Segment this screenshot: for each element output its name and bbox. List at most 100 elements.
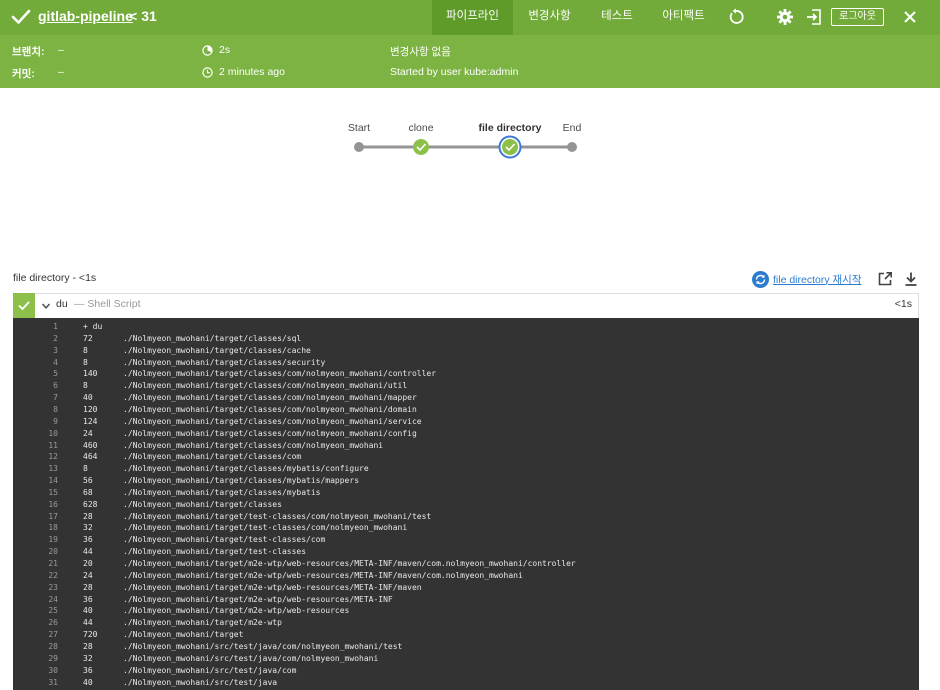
log-line-number: 30 [48, 665, 58, 675]
log-size: 32 [83, 523, 93, 533]
top-bar: gitlab-pipeline <31 파이프라인 변경사항 테스트 아티팩트 … [0, 0, 940, 35]
exit-icon[interactable] [805, 8, 823, 26]
log-path: ./Nolmyeon_mwohani/target/classes/com/no… [123, 404, 417, 414]
log-line-number: 26 [48, 618, 58, 628]
tab-bar: 파이프라인 변경사항 테스트 아티팩트 [432, 0, 719, 35]
restart-icon [752, 270, 769, 288]
stage-title: file directory - <1s [13, 272, 97, 284]
log-line-number: 11 [48, 440, 58, 450]
started-ago: 2 minutes ago [219, 66, 285, 78]
log-path: ./Nolmyeon_mwohani/target/test-classes/c… [123, 523, 408, 533]
tab-tests[interactable]: 테스트 [586, 0, 648, 35]
restart-stage-label: file directory 재시작 [773, 273, 862, 286]
log-path: ./Nolmyeon_mwohani/src/test/java [123, 677, 278, 687]
pipeline-track [354, 135, 577, 159]
log-path: ./Nolmyeon_mwohani/target/classes/mybati… [123, 476, 360, 486]
step-name: du [56, 298, 68, 310]
step-description: — Shell Script [74, 298, 141, 310]
check-icon [18, 301, 30, 311]
log-size: 8 [83, 345, 88, 355]
log-line-number: 13 [48, 464, 58, 474]
tab-changes[interactable]: 변경사항 [513, 0, 586, 35]
step-row[interactable]: du — Shell Script <1s [13, 293, 919, 318]
pipeline-graph: Start clone file directory End [330, 118, 610, 168]
stage-node-file-directory[interactable] [498, 135, 522, 159]
log-size: 68 [83, 487, 93, 497]
gear-icon[interactable] [776, 8, 794, 26]
log-line-number: 28 [48, 641, 58, 651]
close-icon[interactable] [901, 8, 919, 26]
log-path: ./Nolmyeon_mwohani/target [123, 630, 244, 640]
log-size: 56 [83, 476, 93, 486]
log-size: 36 [83, 535, 93, 545]
log-path: ./Nolmyeon_mwohani/target/test-classes/c… [123, 511, 432, 521]
log-line-number: 12 [48, 452, 58, 462]
step-status [13, 293, 35, 318]
check-icon [11, 9, 31, 24]
log-size: 8 [83, 464, 88, 474]
branch-value: – [58, 44, 64, 56]
log-path: ./Nolmyeon_mwohani/target/classes/com/no… [123, 440, 384, 450]
log-path: ./Nolmyeon_mwohani/target/m2e-wtp/web-re… [123, 559, 576, 568]
log-size: 8 [83, 357, 88, 367]
download-icon[interactable] [903, 271, 919, 287]
stage-node-clone[interactable] [413, 139, 429, 155]
log-size: 120 [83, 404, 98, 414]
log-path: ./Nolmyeon_mwohani/target/m2e-wtp [123, 618, 282, 628]
stopwatch-icon [202, 45, 213, 56]
stage-node-start [354, 142, 364, 152]
log-line-number: 1 [53, 322, 58, 331]
log-line-number: 31 [48, 677, 58, 687]
log-path: ./Nolmyeon_mwohani/target/classes/securi… [123, 357, 326, 367]
log-line-number: 7 [53, 393, 58, 403]
chevron-left-icon: < [129, 8, 138, 24]
stage-label-start: Start [347, 122, 371, 134]
log-line-number: 19 [48, 535, 58, 545]
log-path: ./Nolmyeon_mwohani/target/m2e-wtp/web-re… [123, 606, 350, 616]
log-line-number: 3 [53, 345, 58, 355]
log-size: 20 [83, 559, 93, 568]
log-line-number: 27 [48, 630, 58, 640]
chevron-down-icon[interactable] [41, 301, 51, 311]
log-size: 628 [83, 499, 98, 509]
log-line-number: 29 [48, 653, 58, 663]
replay-icon[interactable] [727, 8, 745, 26]
log-path: ./Nolmyeon_mwohani/target/classes/sql [123, 333, 302, 343]
log-size: 720 [83, 630, 98, 640]
branch-label: 브랜치: [12, 46, 45, 58]
log-path: ./Nolmyeon_mwohani/target/test-classes [123, 547, 307, 557]
log-path: ./Nolmyeon_mwohani/target/classes/mybati… [123, 487, 321, 497]
log-path: ./Nolmyeon_mwohani/src/test/java/com/nol… [123, 653, 379, 663]
console-log[interactable]: 1 + du 2 72 ./Nolmyeon_mwohani/target/classe… [13, 318, 919, 690]
log-line-number: 10 [48, 428, 58, 438]
log-path: ./Nolmyeon_mwohani/target/m2e-wtp/web-re… [123, 582, 422, 592]
run-duration: 2s [219, 44, 231, 56]
log-line-number: 5 [53, 369, 58, 379]
logout-button[interactable]: 로그아웃 [831, 8, 884, 26]
log-size: 140 [83, 369, 98, 379]
log-size: 36 [83, 594, 93, 604]
job-name-link[interactable]: gitlab-pipeline [38, 8, 133, 24]
log-path: ./Nolmyeon_mwohani/target/classes/com/no… [123, 416, 422, 426]
restart-stage-button[interactable]: file directory 재시작 [752, 270, 862, 288]
log-line-number: 8 [53, 404, 58, 414]
log-line-number: 16 [48, 499, 58, 509]
log-line-number: 23 [48, 582, 58, 592]
log-line-number: 24 [48, 594, 58, 604]
log-line-number: 15 [48, 487, 58, 497]
stage-label-end: End [562, 122, 582, 134]
step-duration: <1s [894, 298, 912, 310]
log-size: 32 [83, 653, 93, 663]
open-external-icon[interactable] [877, 271, 893, 287]
log-path: ./Nolmyeon_mwohani/target/m2e-wtp/web-re… [123, 594, 393, 604]
log-line-number: 4 [53, 357, 58, 367]
tab-artifacts[interactable]: 아티팩트 [648, 0, 719, 35]
tab-pipeline[interactable]: 파이프라인 [432, 0, 513, 35]
log-size: 28 [83, 582, 93, 592]
log-line-number: 25 [48, 606, 58, 616]
log-path: ./Nolmyeon_mwohani/target/classes/mybati… [123, 464, 369, 474]
log-line-number: 6 [53, 381, 58, 391]
run-info-bar: 브랜치: – 커밋: – 2s 2 minutes ago 변경사항 없음 St… [0, 35, 940, 88]
log-size: 464 [83, 452, 98, 462]
log-line-number: 14 [48, 476, 58, 486]
